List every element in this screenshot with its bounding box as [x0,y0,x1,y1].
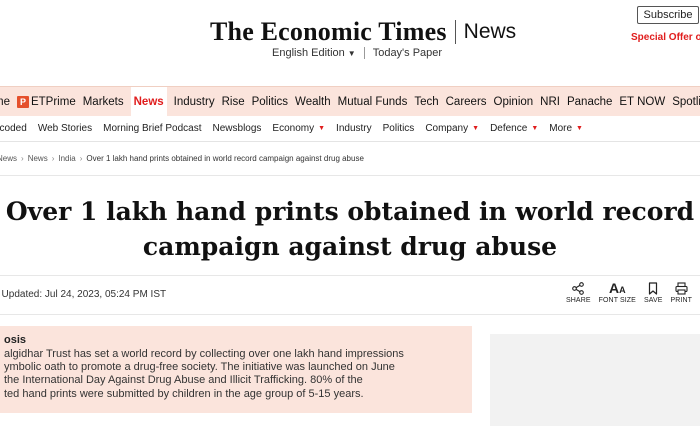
nav-item-spotlight[interactable]: Spotlig [672,87,700,116]
main-nav: me PETPrime Markets News Industry Rise P… [0,86,700,116]
chevron-down-icon: ▼ [347,49,356,58]
subnav-item-newsblogs[interactable]: Newsblogs [213,123,262,134]
breadcrumb-separator: › [79,154,83,163]
edition-label: English Edition [272,47,345,59]
headline-line: campaign against drug abuse [142,232,558,261]
subnav-label: Company [425,123,469,134]
breadcrumb-current: Over 1 lakh hand prints obtained in worl… [86,154,364,163]
subnav-item-web-stories[interactable]: Web Stories [38,123,92,134]
breadcrumb: News›News›India›Over 1 lakh hand prints … [0,154,364,163]
nav-item-panache[interactable]: Panache [567,87,612,116]
synopsis-line: ymbolic oath to promote a drug-free soci… [4,361,395,374]
bookmark-icon [648,281,658,295]
nav-item-politics[interactable]: Politics [252,87,288,116]
breadcrumb-separator: › [51,154,55,163]
subnav-label: More [549,123,573,134]
nav-item-rise[interactable]: Rise [222,87,245,116]
printer-icon [675,281,688,295]
save-button[interactable]: SAVE [644,281,663,304]
brand-name[interactable]: The Economic Times [210,17,447,47]
subnav-label: Defence [490,123,528,134]
edition-selector[interactable]: English Edition ▼ [272,47,356,59]
share-label: SHARE [566,297,591,304]
synopsis-line: ted hand prints were submitted by childr… [4,387,364,400]
subnav-item-politics[interactable]: Politics [383,123,415,134]
caret-down-icon: ▼ [531,125,539,132]
share-icon [572,281,585,295]
breadcrumb-news[interactable]: News [28,154,48,163]
masthead: The Economic Times News English Edition ▼… [0,0,700,86]
font-size-icon: AA [608,280,626,296]
divider [0,275,700,276]
divider [0,175,700,176]
todays-paper-link[interactable]: Today's Paper [373,47,442,59]
nav-item-home[interactable]: me [0,87,10,116]
brand-logo[interactable]: The Economic Times News [210,14,516,50]
last-updated: t Updated: Jul 24, 2023, 05:24 PM IST [0,289,167,300]
subscribe-button[interactable]: Subscribe [637,6,699,24]
subnav-label: Economy [272,123,315,134]
etprime-logo-icon: P [16,95,29,108]
section-name[interactable]: News [464,20,517,44]
font-size-button[interactable]: AA FONT SIZE [599,281,636,304]
advertisement-placeholder [490,334,700,426]
nav-item-nri[interactable]: NRI [540,87,560,116]
article-tools: SHARE AA FONT SIZE SAVE PRINT [566,281,700,304]
share-button[interactable]: SHARE [566,281,591,304]
caret-down-icon: ▼ [318,125,326,132]
nav-item-industry[interactable]: Industry [174,87,215,116]
subnav-item-defence[interactable]: Defence ▼ [490,123,538,134]
nav-item-et-now[interactable]: ET NOW [619,87,665,116]
synopsis-text: algidhar Trust has set a world record by… [4,348,462,401]
nav-item-etprime[interactable]: P ETPrime [16,87,76,116]
nav-item-tech[interactable]: Tech [414,87,438,116]
nav-item-label: ETPrime [30,95,76,108]
divider [363,47,365,59]
nav-item-news[interactable]: News [130,87,167,116]
font-size-label: FONT SIZE [598,297,636,304]
breadcrumb-india[interactable]: India [58,154,75,163]
synopsis-box: osis algidhar Trust has set a world reco… [0,326,472,413]
subnav-item-more[interactable]: More ▼ [549,123,583,134]
print-button[interactable]: PRINT [671,281,693,304]
print-label: PRINT [670,297,693,304]
breadcrumb-separator: › [21,154,24,163]
breadcrumb-news-home[interactable]: News [0,154,17,163]
special-offer-link[interactable]: Special Offer on [631,32,700,43]
subnav-item-morning-brief[interactable]: Morning Brief Podcast [103,123,201,134]
brand-divider [454,20,456,44]
subnav-item-economy[interactable]: Economy ▼ [272,123,325,134]
save-label: SAVE [643,297,663,304]
caret-down-icon: ▼ [576,125,583,132]
synopsis-line: algidhar Trust has set a world record by… [4,348,404,360]
nav-item-markets[interactable]: Markets [83,87,124,116]
divider [0,314,700,315]
edition-row: English Edition ▼ Today's Paper [272,47,442,59]
nav-item-wealth[interactable]: Wealth [295,87,331,116]
subnav-item-industry[interactable]: Industry [336,123,372,134]
nav-item-careers[interactable]: Careers [446,87,487,116]
synopsis-line: the International Day Against Drug Abuse… [4,374,363,387]
nav-item-opinion[interactable]: Opinion [494,87,534,116]
synopsis-title: osis [4,334,27,346]
headline-line: Over 1 lakh hand prints obtained in worl… [5,197,695,226]
nav-item-mutual-funds[interactable]: Mutual Funds [338,87,408,116]
caret-down-icon: ▼ [472,125,480,132]
subnav-item-company[interactable]: Company ▼ [425,123,479,134]
article-headline: Over 1 lakh hand prints obtained in worl… [0,194,700,264]
sub-nav: ecoded Web Stories Morning Brief Podcast… [0,116,700,142]
subnav-item-decoded[interactable]: ecoded [0,123,27,134]
